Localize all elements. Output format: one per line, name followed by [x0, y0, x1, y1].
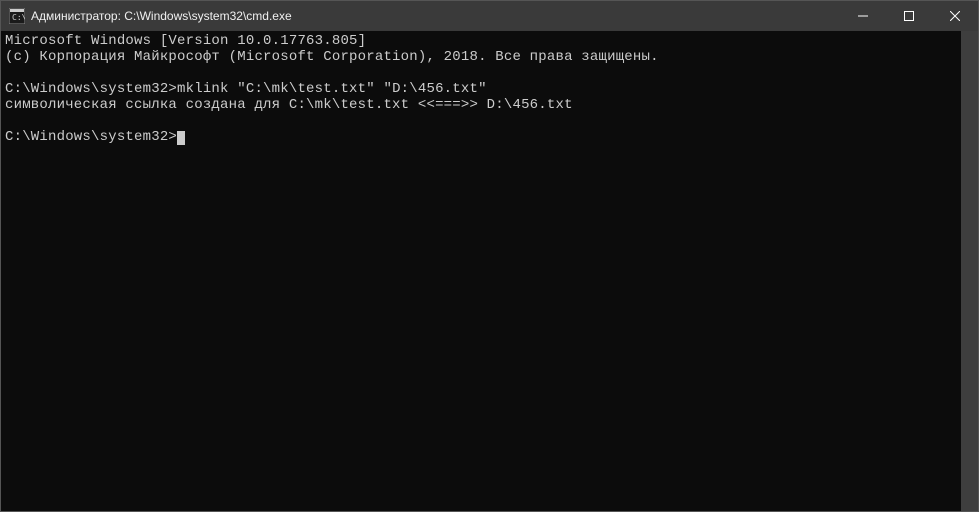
cursor — [177, 131, 185, 145]
version-line: Microsoft Windows [Version 10.0.17763.80… — [5, 33, 366, 49]
svg-text:C:\: C:\ — [12, 13, 25, 22]
maximize-button[interactable] — [886, 1, 932, 31]
close-button[interactable] — [932, 1, 978, 31]
terminal-area: Microsoft Windows [Version 10.0.17763.80… — [1, 31, 978, 511]
copyright-line: (c) Корпорация Майкрософт (Microsoft Cor… — [5, 49, 659, 65]
command-output: символическая ссылка создана для C:\mk\t… — [5, 97, 573, 113]
prompt: C:\Windows\system32> — [5, 129, 177, 145]
vertical-scrollbar[interactable] — [961, 31, 978, 511]
cmd-window: C:\ Администратор: C:\Windows\system32\c… — [0, 0, 979, 512]
cmd-icon: C:\ — [9, 8, 25, 24]
titlebar[interactable]: C:\ Администратор: C:\Windows\system32\c… — [1, 1, 978, 31]
prompt: C:\Windows\system32> — [5, 81, 177, 97]
minimize-button[interactable] — [840, 1, 886, 31]
command-text: mklink "C:\mk\test.txt" "D:\456.txt" — [177, 81, 487, 97]
scrollbar-thumb[interactable] — [961, 31, 978, 511]
window-title: Администратор: C:\Windows\system32\cmd.e… — [31, 9, 840, 23]
window-controls — [840, 1, 978, 31]
terminal-output[interactable]: Microsoft Windows [Version 10.0.17763.80… — [1, 31, 961, 511]
